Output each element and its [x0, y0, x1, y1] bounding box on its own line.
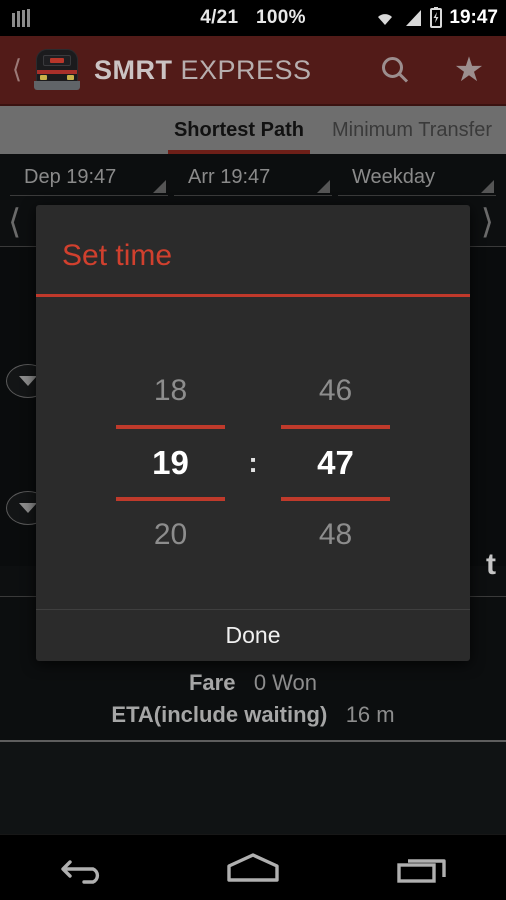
nav-recents-button[interactable] — [367, 835, 477, 900]
done-button-label: Done — [225, 622, 281, 648]
tab-bar: Shortest Path Minimum Transfer — [0, 106, 506, 154]
status-bar: 4/21 100% 19:47 — [0, 0, 506, 36]
wifi-icon — [378, 14, 393, 25]
favorite-button[interactable]: ★ — [432, 35, 506, 105]
nav-home-icon — [227, 852, 279, 882]
cell-signal-icon — [406, 10, 422, 26]
system-navigation-bar — [0, 834, 506, 900]
expand-triangle-icon — [19, 376, 37, 386]
tab-minimum-transfer-label: Minimum Transfer — [331, 118, 492, 141]
minute-next[interactable]: 48 — [273, 501, 398, 569]
day-type-spinner[interactable]: Weekday — [338, 166, 496, 196]
arrival-time-spinner[interactable]: Arr 19:47 — [174, 166, 332, 196]
minute-picker[interactable]: 46 47 48 — [273, 357, 398, 569]
time-separator: : — [248, 446, 258, 478]
dropdown-triangle-icon — [317, 180, 330, 193]
departure-time-label: Dep 19:47 — [24, 166, 117, 188]
day-type-label: Weekday — [352, 166, 436, 188]
bottom-panel — [0, 742, 506, 834]
fare-label: Fare — [188, 670, 236, 695]
nav-recents-icon — [396, 858, 446, 883]
tab-minimum-transfer[interactable]: Minimum Transfer — [318, 106, 506, 154]
set-time-dialog: Set time 18 19 20 : 46 47 48 Done — [36, 205, 470, 661]
fare-value: 0 Won — [253, 670, 318, 695]
star-icon: ★ — [453, 51, 485, 89]
hour-next[interactable]: 20 — [108, 501, 233, 569]
minute-selected[interactable]: 47 — [273, 429, 398, 497]
fare-row: Fare 0 Won — [0, 670, 506, 696]
action-bar-actions: ★ — [358, 35, 506, 105]
status-battery-percent: 100% — [255, 7, 306, 28]
action-bar: ⟨ SMRT EXPRESS ★ — [0, 36, 506, 106]
status-icons: 19:47 — [373, 7, 498, 29]
app-title-light: EXPRESS — [172, 54, 312, 85]
battery-charging-icon — [430, 7, 443, 28]
arrival-time-label: Arr 19:47 — [188, 166, 271, 188]
eta-value: 16 m — [345, 702, 395, 727]
filter-row: Dep 19:47 Arr 19:47 Weekday — [0, 154, 506, 200]
dropdown-triangle-icon — [481, 180, 494, 193]
tab-shortest-path[interactable]: Shortest Path — [160, 106, 318, 154]
minute-previous[interactable]: 46 — [273, 357, 398, 425]
app-title-bold: SMRT — [94, 54, 173, 85]
app-screen: 4/21 100% 19:47 ⟨ SMRT EXPRESS ★ Shortes… — [0, 0, 506, 900]
done-button[interactable]: Done — [36, 610, 470, 661]
departure-time-spinner[interactable]: Dep 19:47 — [10, 166, 168, 196]
previous-route-button[interactable]: ⟨ — [8, 206, 21, 240]
hour-previous[interactable]: 18 — [108, 357, 233, 425]
dropdown-triangle-icon — [153, 180, 166, 193]
eta-label: ETA(include waiting) — [111, 702, 328, 727]
hour-selected[interactable]: 19 — [108, 429, 233, 497]
back-chevron-icon[interactable]: ⟨ — [6, 57, 28, 83]
nav-back-icon — [61, 859, 100, 884]
tab-shortest-path-label: Shortest Path — [173, 118, 304, 141]
time-picker: 18 19 20 : 46 47 48 — [36, 315, 470, 610]
page-title: SMRT EXPRESS — [94, 55, 312, 86]
eta-row: ETA(include waiting) 16 m — [0, 702, 506, 728]
dialog-title: Set time — [62, 239, 173, 272]
nav-home-button[interactable] — [198, 835, 308, 900]
next-route-button[interactable]: ⟩ — [481, 206, 494, 240]
search-icon — [382, 57, 409, 83]
status-clock: 19:47 — [449, 7, 498, 28]
train-icon — [30, 47, 84, 93]
route-partial-text: t — [486, 548, 496, 581]
nav-back-button[interactable] — [29, 835, 139, 900]
search-button[interactable] — [358, 35, 432, 105]
status-date: 4/21 — [200, 7, 239, 28]
dialog-title-divider — [36, 294, 470, 297]
hour-picker[interactable]: 18 19 20 — [108, 357, 233, 569]
expand-triangle-icon — [19, 503, 37, 513]
